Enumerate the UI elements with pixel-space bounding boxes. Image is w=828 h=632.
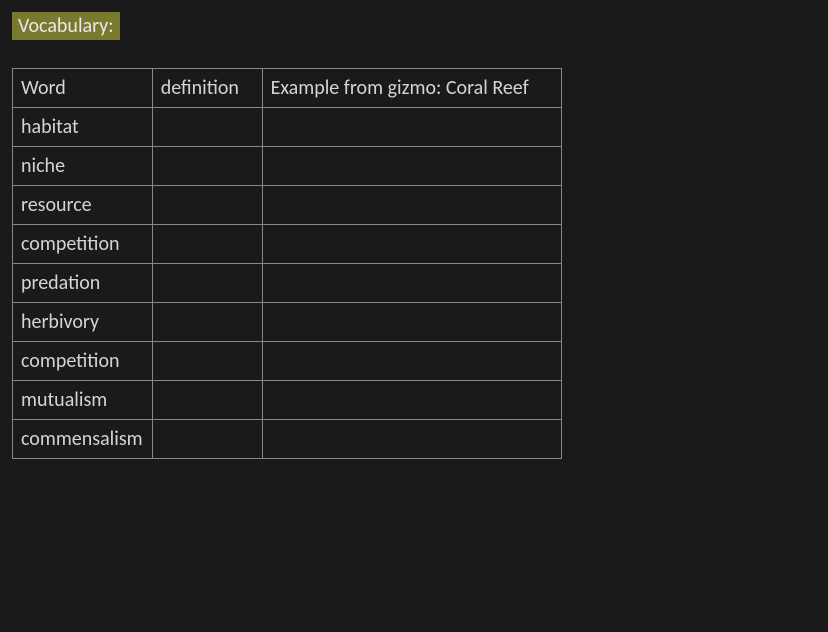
table-row: habitat xyxy=(13,108,562,147)
cell-word: predation xyxy=(13,264,153,303)
table-row: niche xyxy=(13,147,562,186)
cell-example xyxy=(262,225,561,264)
cell-word: resource xyxy=(13,186,153,225)
cell-word: herbivory xyxy=(13,303,153,342)
cell-definition xyxy=(152,420,262,459)
cell-word: habitat xyxy=(13,108,153,147)
cell-definition xyxy=(152,147,262,186)
cell-word: mutualism xyxy=(13,381,153,420)
header-definition: definition xyxy=(152,69,262,108)
table-row: commensalism xyxy=(13,420,562,459)
vocabulary-heading: Vocabulary: xyxy=(12,12,120,40)
cell-word: commensalism xyxy=(13,420,153,459)
cell-example xyxy=(262,147,561,186)
cell-definition xyxy=(152,264,262,303)
cell-word: competition xyxy=(13,342,153,381)
table-row: competition xyxy=(13,342,562,381)
table-row: mutualism xyxy=(13,381,562,420)
cell-example xyxy=(262,264,561,303)
cell-example xyxy=(262,108,561,147)
cell-definition xyxy=(152,186,262,225)
cell-example xyxy=(262,303,561,342)
cell-definition xyxy=(152,225,262,264)
vocabulary-table: Word definition Example from gizmo: Cora… xyxy=(12,68,562,459)
cell-definition xyxy=(152,342,262,381)
cell-word: niche xyxy=(13,147,153,186)
table-row: resource xyxy=(13,186,562,225)
cell-word: competition xyxy=(13,225,153,264)
table-row: herbivory xyxy=(13,303,562,342)
cell-definition xyxy=(152,381,262,420)
cell-example xyxy=(262,420,561,459)
cell-definition xyxy=(152,108,262,147)
table-row: competition xyxy=(13,225,562,264)
cell-example xyxy=(262,381,561,420)
table-header-row: Word definition Example from gizmo: Cora… xyxy=(13,69,562,108)
cell-example xyxy=(262,186,561,225)
table-row: predation xyxy=(13,264,562,303)
header-word: Word xyxy=(13,69,153,108)
cell-definition xyxy=(152,303,262,342)
cell-example xyxy=(262,342,561,381)
header-example: Example from gizmo: Coral Reef xyxy=(262,69,561,108)
